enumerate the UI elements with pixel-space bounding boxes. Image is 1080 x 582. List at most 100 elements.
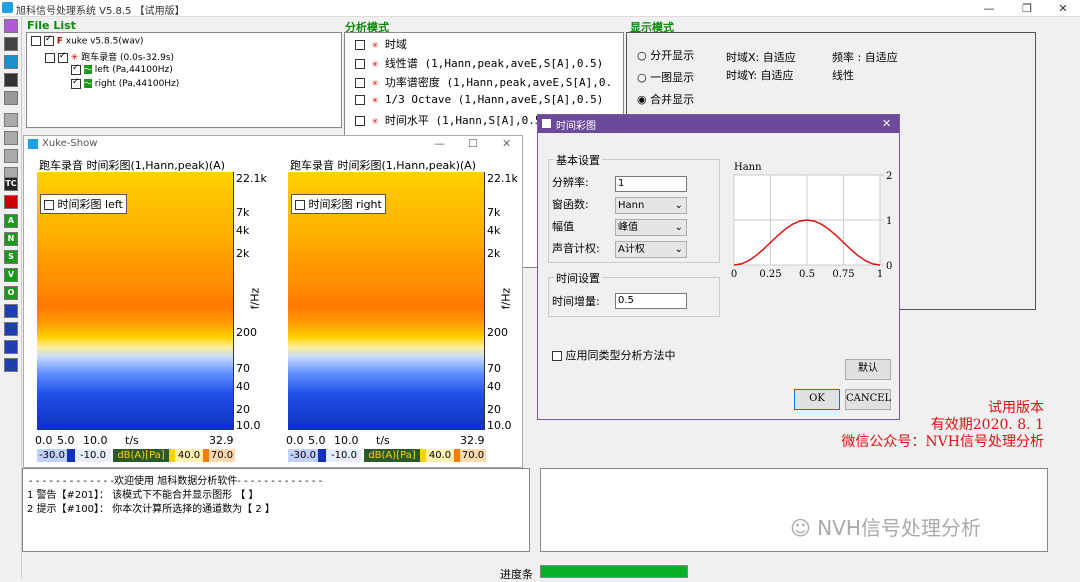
ok-button[interactable]: OK [794, 389, 840, 410]
right-checkbox[interactable] [71, 77, 81, 89]
zoom-icon[interactable] [4, 131, 18, 145]
cbar-label: 40.0 [175, 449, 203, 462]
y-axis-right: 22.1k 7k 4k 2k f/Hz 200 70 40 20 10.0 [484, 172, 520, 432]
diagonal-icon[interactable] [4, 358, 18, 372]
target-icon[interactable] [4, 37, 18, 51]
save-icon[interactable] [4, 73, 18, 87]
close-button[interactable]: ✕ [1048, 1, 1078, 16]
apply-same-checkbox[interactable]: 应用同类型分析方法中 [552, 347, 676, 363]
xtick: 0.0 [35, 434, 53, 447]
cbar-label: 70.0 [209, 449, 235, 462]
file-list-panel: F xuke v5.8.5(wav) ✳ 跑车录音 (0.0s-32.9s) ～… [26, 32, 342, 128]
analysis-item[interactable]: ✳ 线性谱 (1,Hann,peak,aveE,S[A],0.5) [355, 55, 603, 71]
tool-icon[interactable] [4, 19, 18, 33]
root-checkbox[interactable] [43, 34, 54, 46]
radio-merge[interactable]: ◉ 合并显示 [637, 91, 694, 107]
o-button[interactable]: O [4, 286, 18, 300]
log-panel: - - - - - - - - - - - - -欢迎使用 旭科数据分析软件- … [22, 468, 530, 552]
channel-left-label: left (Pa,44100Hz) [94, 65, 173, 75]
root-expander[interactable] [31, 36, 41, 46]
x-axis-right: 0.0 5.0 10.0 t/s 32.9 [286, 434, 486, 448]
record-checkbox[interactable] [57, 51, 68, 63]
left-toolbar: TC A N S V O [0, 17, 22, 578]
weight-select[interactable]: A计权 ⌄ [615, 241, 687, 258]
dialog-close-button[interactable]: ✕ [882, 117, 891, 130]
radio-separate[interactable]: ○ 分开显示 [637, 47, 694, 63]
legend-checkbox[interactable] [44, 200, 54, 210]
cbar-label: -10.0 [326, 449, 362, 462]
show-minimize-button[interactable]: — [434, 137, 445, 150]
tree-root[interactable]: F xuke v5.8.5(wav) [31, 34, 144, 47]
plot-left-caption: 跑车录音 时间彩图(1,Hann,peak)(A) [39, 159, 225, 172]
s-button[interactable]: S [4, 250, 18, 264]
legend-right: 时间彩图 right [291, 194, 386, 214]
analysis-item[interactable]: ✳ 1/3 Octave (1,Hann,aveE,S[A],0.5) [355, 93, 603, 106]
default-button[interactable]: 默认 [845, 359, 891, 380]
cursor-icon[interactable] [4, 113, 18, 127]
ytick: 40 [236, 380, 250, 393]
resolution-input[interactable]: 1 [615, 176, 687, 192]
hann-y-tick: 1 [886, 216, 892, 227]
root-label: xuke v5.8.5(wav) [65, 36, 144, 47]
refresh-icon[interactable] [4, 55, 18, 69]
hann-y-tick: 2 [886, 171, 892, 182]
chevron-down-icon: ⌄ [674, 244, 683, 255]
cbar-unit: dB(A)[Pa] [364, 449, 420, 462]
window-label: 窗函数: [552, 198, 589, 211]
ytick: 20 [236, 403, 250, 416]
time-x-label: 时域X: 自适应 [726, 51, 796, 64]
window-select[interactable]: Hann ⌄ [615, 197, 687, 214]
edit-icon[interactable] [4, 91, 18, 105]
vertical-line-icon[interactable] [4, 322, 18, 336]
record-expander[interactable] [45, 52, 55, 63]
increment-input[interactable]: 0.5 [615, 293, 687, 309]
show-title: Xuke-Show [42, 138, 98, 149]
minimize-button[interactable]: — [974, 1, 1004, 16]
left-checkbox[interactable] [71, 63, 81, 75]
hann-x-tick: 1 [877, 269, 883, 280]
xtick: 32.9 [460, 434, 485, 447]
xtick: 0.0 [286, 434, 304, 447]
xtick: 32.9 [209, 434, 234, 447]
measure-icon[interactable] [4, 149, 18, 163]
ytick: 200 [236, 326, 257, 339]
xtick: 5.0 [57, 434, 75, 447]
cbar-label: -30.0 [37, 449, 67, 462]
show-titlebar: Xuke-Show — ☐ ✕ [24, 136, 522, 153]
cbar-unit: dB(A)[Pa] [113, 449, 169, 462]
record-icon[interactable] [4, 195, 18, 209]
channel-right-label: right (Pa,44100Hz) [94, 79, 180, 89]
a-button[interactable]: A [4, 214, 18, 228]
chevron-down-icon: ⌄ [674, 222, 683, 233]
legend-checkbox[interactable] [295, 200, 305, 210]
show-window: Xuke-Show — ☐ ✕ 跑车录音 时间彩图(1,Hann,peak)(A… [23, 135, 523, 468]
show-close-button[interactable]: ✕ [502, 137, 511, 150]
weight-label: 声音计权: [552, 242, 600, 255]
increment-label: 时间增量: [552, 295, 600, 308]
show-maximize-button[interactable]: ☐ [468, 137, 478, 150]
maximize-button[interactable]: ❐ [1012, 1, 1042, 16]
xtick: 10.0 [334, 434, 359, 447]
ytick: 20 [487, 403, 501, 416]
tree-record[interactable]: ✳ 跑车录音 (0.0s-32.9s) [45, 50, 174, 63]
hann-chart: 0 0.25 0.5 0.75 1210 [731, 171, 893, 280]
n-button[interactable]: N [4, 232, 18, 246]
analysis-item[interactable]: ✳ 时间水平 (1,Hann,S[A],0.5) [355, 112, 548, 128]
ytick: 70 [487, 362, 501, 375]
tc-button[interactable]: TC [4, 177, 18, 191]
cbar-label: -10.0 [75, 449, 111, 462]
tree-channel-left[interactable]: ～ left (Pa,44100Hz) [71, 63, 173, 75]
v-button[interactable]: V [4, 268, 18, 282]
cancel-button[interactable]: CANCEL [845, 389, 891, 410]
ytick: 200 [487, 326, 508, 339]
log-line: 2 提示【#100】： 你本次计算所选择的通道数为【 2 】 [27, 504, 275, 515]
analysis-item[interactable]: ✳ 时域 [355, 36, 407, 52]
horizontal-line-icon[interactable] [4, 304, 18, 318]
tree-channel-right[interactable]: ～ right (Pa,44100Hz) [71, 77, 180, 89]
file-list-title: File List [27, 19, 76, 32]
analysis-item[interactable]: ✳ 功率谱密度 (1,Hann,peak,aveE,S[A],0. [355, 74, 612, 90]
cross-icon[interactable] [4, 340, 18, 354]
amp-select[interactable]: 峰值 ⌄ [615, 219, 687, 236]
radio-single[interactable]: ○ 一图显示 [637, 69, 694, 85]
channel-icon: ～ [83, 65, 92, 74]
